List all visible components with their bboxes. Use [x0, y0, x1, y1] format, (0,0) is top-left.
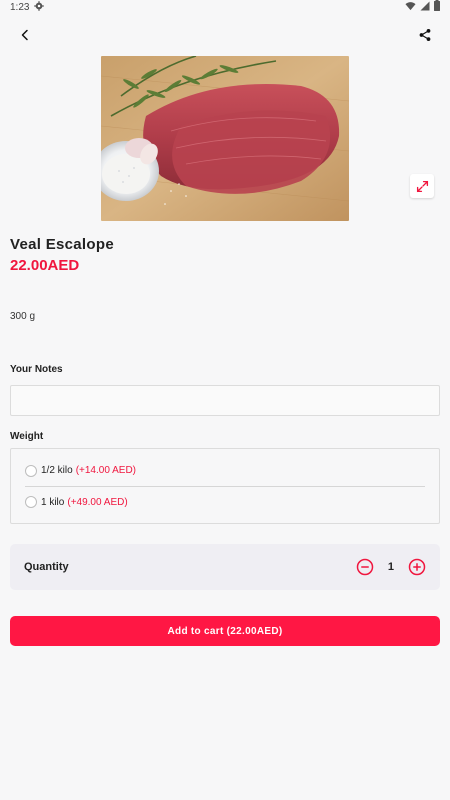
quantity-card: Quantity 1: [10, 544, 440, 590]
plus-icon: [408, 558, 426, 576]
expand-icon: [416, 180, 428, 192]
weight-option-extra-price: (+49.00 AED): [67, 496, 128, 508]
status-time: 1:23: [10, 1, 30, 13]
weight-option-one-kilo[interactable]: 1 kilo (+49.00 AED): [25, 486, 425, 517]
quantity-label: Quantity: [24, 561, 69, 573]
weight-options: 1/2 kilo (+14.00 AED) 1 kilo (+49.00 AED…: [10, 448, 440, 524]
notes-label: Your Notes: [10, 364, 63, 375]
app-bar: [0, 14, 450, 56]
product-price: 22.00AED: [10, 257, 80, 274]
weight-option-label: 1 kilo: [41, 496, 65, 508]
minus-icon: [356, 558, 374, 576]
signal-icon: [420, 1, 430, 14]
radio-button[interactable]: [25, 464, 37, 477]
quantity-value: 1: [387, 561, 394, 573]
weight-option-half-kilo[interactable]: 1/2 kilo (+14.00 AED): [25, 455, 425, 486]
status-right: [405, 0, 440, 14]
expand-image-button[interactable]: [410, 174, 434, 198]
product-image[interactable]: [101, 56, 349, 221]
decrease-button[interactable]: [356, 558, 374, 576]
increase-button[interactable]: [408, 558, 426, 576]
weight-label: Weight: [10, 431, 44, 442]
battery-icon: [434, 0, 440, 14]
product-image-area: [0, 56, 450, 222]
radio-button[interactable]: [25, 496, 37, 508]
weight-option-extra-price: (+14.00 AED): [75, 465, 136, 476]
product-description: 300 g: [10, 311, 36, 322]
status-bar: 1:23: [0, 0, 450, 14]
add-to-cart-button[interactable]: Add to cart (22.00AED): [10, 616, 440, 646]
product-title: Veal Escalope: [10, 236, 114, 253]
status-left: 1:23: [10, 0, 45, 14]
wifi-icon: [405, 1, 416, 14]
weight-option-label: 1/2 kilo: [41, 465, 73, 476]
share-icon[interactable]: [414, 24, 436, 46]
settings-icon: [34, 0, 45, 14]
quantity-stepper: 1: [356, 558, 426, 576]
back-icon[interactable]: [14, 24, 36, 46]
notes-field[interactable]: [10, 385, 440, 416]
